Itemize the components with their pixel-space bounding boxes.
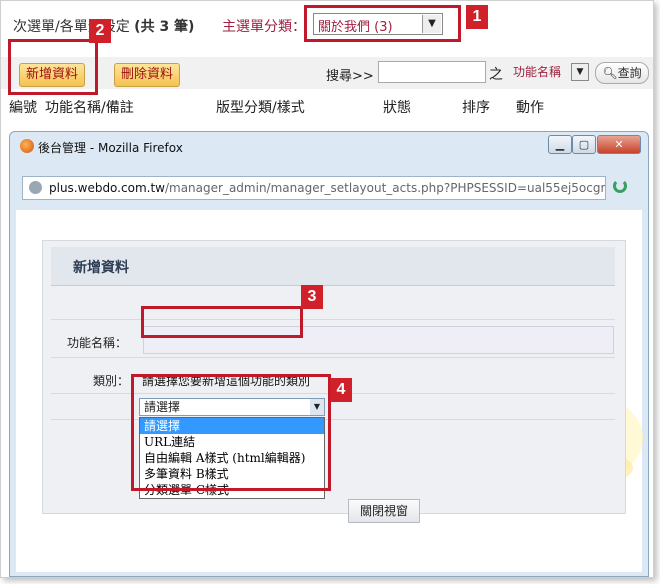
popup-title: 後台管理 - Mozilla Firefox [38,141,183,155]
col-status: 狀態 [383,100,411,116]
search-field-value: 功能名稱 [513,65,562,79]
globe-icon [29,181,42,194]
firefox-icon [20,139,34,153]
callout-box-4 [131,374,331,491]
minimize-button[interactable]: ▁ [548,135,572,154]
category-label: 類別： [93,374,130,388]
form-title: 新增資料 [73,260,129,276]
col-name: 功能名稱/備註 [45,100,134,116]
query-label: 查詢 [617,66,642,80]
col-layout: 版型分類/樣式 [216,100,305,116]
search-icon: 🔍︎ [602,66,618,80]
callout-3: 3 [301,285,323,309]
col-order: 排序 [462,100,490,116]
query-button[interactable]: 🔍︎查詢 [595,62,649,84]
form-panel: 新增資料 功能名稱： 類別： 請選擇您要新增這個功能的類別 請選擇 ▼ 請選擇 … [42,240,626,523]
page-frame: 次選單/各單元設定 (共 3 筆) 主選單分類： 關於我們 (3) ▼ 新增資料… [0,0,654,578]
table-header: 編號 功能名稱/備註 版型分類/樣式 狀態 排序 動作 [1,97,653,121]
close-icon[interactable]: ✕ [597,135,641,154]
maximize-button[interactable]: ▢ [572,135,596,154]
callout-box-1 [304,5,461,42]
url-domain: plus.webdo.com.tw [49,181,165,195]
callout-box-2 [8,39,98,95]
callout-2: 2 [89,19,111,43]
spacer-row [51,289,615,320]
col-action: 動作 [516,100,544,116]
delete-record-button[interactable]: 刪除資料 [114,63,181,87]
col-id: 編號 [9,100,37,116]
search-field-select[interactable]: 功能名稱 ▼ [513,61,589,83]
address-bar[interactable]: plus.webdo.com.tw/manager_admin/manager_… [22,176,606,200]
url-path: /manager_admin/manager_setlayout_acts.ph… [164,181,606,195]
name-label: 功能名稱： [67,336,128,350]
breadcrumb-text: 次選單/各單元設定 [13,19,130,35]
close-window-button[interactable]: 關閉視窗 [348,499,420,523]
search-of-label: 之 [489,67,503,83]
chevron-down-icon: ▼ [571,63,589,81]
record-count: (共 3 筆) [134,19,195,35]
search-label: 搜尋>> [326,69,374,84]
popup-window: 後台管理 - Mozilla Firefox ▁ ▢ ✕ plus.webdo.… [9,131,649,577]
main-category-label: 主選單分類： [222,19,306,35]
reload-icon[interactable] [613,179,627,193]
search-input[interactable] [378,61,486,83]
callout-4: 4 [330,378,352,402]
form-header: 新增資料 [51,247,615,286]
callout-1: 1 [466,5,488,29]
callout-box-3 [141,306,303,338]
